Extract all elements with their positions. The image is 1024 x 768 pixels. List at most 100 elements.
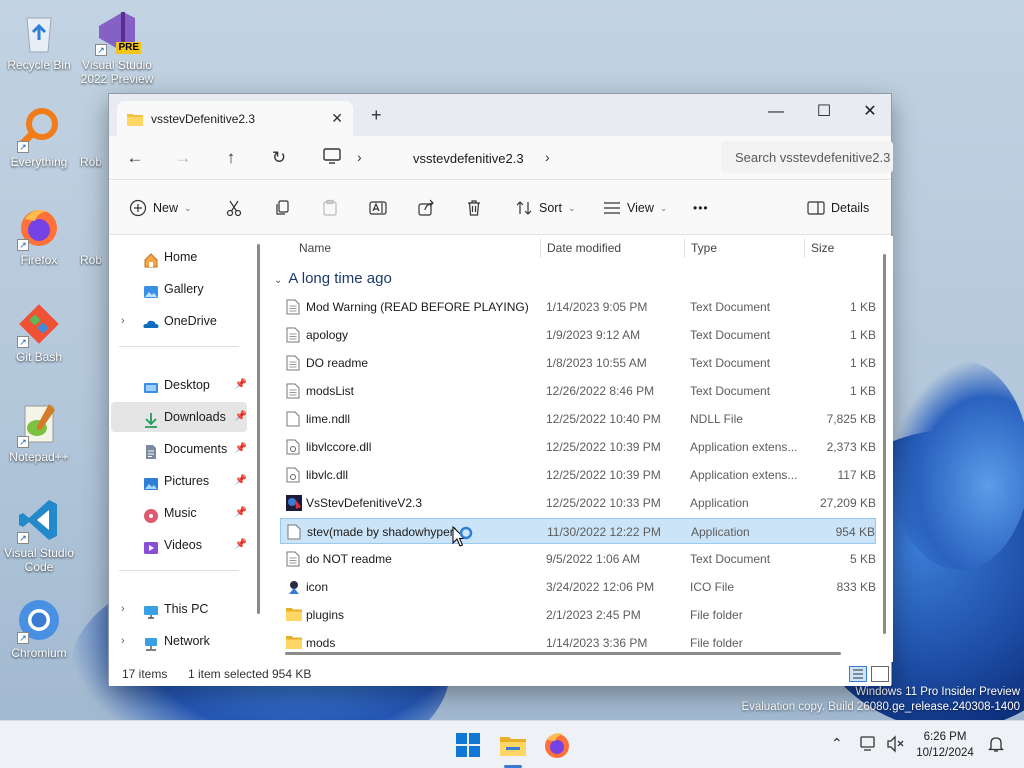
refresh-icon[interactable]: ↻ bbox=[267, 146, 291, 170]
file-row[interactable]: lime.ndll 12/25/2022 10:40 PM NDLL File … bbox=[280, 406, 876, 432]
pin-icon[interactable]: 📌 bbox=[235, 530, 247, 560]
back-arrow-icon[interactable]: ← bbox=[123, 146, 147, 170]
breadcrumb-separator[interactable]: › bbox=[357, 149, 362, 165]
desktop-icon-roblox-1[interactable]: Roblo bbox=[62, 105, 102, 169]
notification-bell-icon[interactable] bbox=[987, 735, 1005, 756]
clock[interactable]: 6:26 PM 10/12/2024 bbox=[912, 729, 978, 761]
details-view-toggle[interactable] bbox=[849, 666, 867, 682]
sidebar-item-this-pc[interactable]: › This PC bbox=[111, 594, 247, 624]
group-header[interactable]: ⌄ A long time ago bbox=[274, 270, 392, 287]
file-row[interactable]: do NOT readme 9/5/2022 1:06 AM Text Docu… bbox=[280, 546, 876, 572]
volume-muted-icon[interactable] bbox=[886, 735, 906, 756]
chevron-up-icon[interactable]: ⌃ bbox=[831, 735, 843, 752]
column-header-size[interactable]: Size bbox=[811, 241, 834, 255]
breadcrumb-separator[interactable]: › bbox=[545, 149, 550, 165]
desktop-icon-vscode[interactable]: ↗ Visual Studio Code bbox=[0, 496, 78, 574]
file-list-horizontal-scrollbar[interactable] bbox=[285, 652, 841, 655]
sidebar-item-documents[interactable]: Documents 📌 bbox=[111, 434, 247, 464]
paste-button[interactable] bbox=[321, 196, 339, 220]
tiles-view-toggle[interactable] bbox=[871, 666, 889, 682]
file-date: 11/30/2022 12:22 PM bbox=[547, 525, 661, 539]
delete-button[interactable] bbox=[465, 196, 483, 220]
file-row[interactable]: Mod Warning (READ BEFORE PLAYING) 1/14/2… bbox=[280, 294, 876, 320]
breadcrumb-current[interactable]: vsstevdefenitive2.3 bbox=[413, 151, 524, 166]
sidebar-scrollbar[interactable] bbox=[257, 244, 260, 614]
file-row[interactable]: libvlccore.dll 12/25/2022 10:39 PM Appli… bbox=[280, 434, 876, 460]
column-divider[interactable] bbox=[684, 238, 685, 258]
desktop-icon-recycle-bin[interactable]: Recycle Bin bbox=[0, 8, 78, 72]
pin-icon[interactable]: 📌 bbox=[235, 434, 247, 464]
chevron-down-icon[interactable]: ⌄ bbox=[274, 275, 282, 286]
file-row[interactable]: apology 1/9/2023 9:12 AM Text Document 1… bbox=[280, 322, 876, 348]
more-options-button[interactable]: ••• bbox=[693, 196, 709, 220]
pin-icon[interactable]: 📌 bbox=[235, 498, 247, 528]
file-row[interactable]: icon 3/24/2022 12:06 PM ICO File 833 KB bbox=[280, 574, 876, 600]
file-list-vertical-scrollbar[interactable] bbox=[883, 254, 886, 634]
file-size: 117 KB bbox=[837, 468, 876, 482]
column-header-name[interactable]: Name bbox=[299, 241, 331, 255]
sidebar-item-desktop[interactable]: Desktop 📌 bbox=[111, 370, 247, 400]
sidebar-item-gallery[interactable]: Gallery bbox=[111, 274, 247, 304]
details-button[interactable]: Details bbox=[807, 196, 869, 220]
taskbar: ⌃ 6:26 PM 10/12/2024 bbox=[0, 720, 1024, 768]
desktop-icon-visual-studio[interactable]: PRE ↗ Visual Studio 2022 Preview bbox=[78, 8, 156, 86]
desktop-icon-chromium[interactable]: ↗ Chromium bbox=[0, 596, 78, 660]
text-document-icon bbox=[286, 327, 302, 343]
close-button[interactable]: ✕ bbox=[847, 98, 893, 126]
copy-button[interactable] bbox=[273, 196, 291, 220]
new-button[interactable]: New ⌄ bbox=[129, 196, 192, 220]
pin-icon[interactable]: 📌 bbox=[235, 402, 247, 432]
search-box[interactable] bbox=[721, 141, 893, 173]
desktop-icon-git-bash[interactable]: ↗ Git Bash bbox=[0, 300, 78, 364]
sidebar-item-onedrive[interactable]: › OneDrive bbox=[111, 306, 247, 336]
sidebar-item-downloads[interactable]: Downloads 📌 bbox=[111, 402, 247, 432]
sidebar-item-network[interactable]: › Network bbox=[111, 626, 247, 656]
network-display-icon[interactable] bbox=[860, 735, 880, 756]
sidebar-item-music[interactable]: Music 📌 bbox=[111, 498, 247, 528]
desktop-icon-label: Roblo bbox=[80, 253, 102, 267]
tab-close-icon[interactable]: ✕ bbox=[331, 110, 343, 127]
file-row[interactable]: plugins 2/1/2023 2:45 PM File folder bbox=[280, 602, 876, 628]
rename-button[interactable] bbox=[369, 196, 387, 220]
chevron-right-icon[interactable]: › bbox=[121, 306, 125, 336]
view-button[interactable]: View ⌄ bbox=[603, 196, 667, 220]
up-arrow-icon[interactable]: ↑ bbox=[219, 146, 243, 170]
file-row-selected[interactable]: stev(made by shadowhyper) 11/30/2022 12:… bbox=[280, 518, 876, 544]
file-row[interactable]: DO readme 1/8/2023 10:55 AM Text Documen… bbox=[280, 350, 876, 376]
forward-arrow-icon[interactable]: → bbox=[171, 146, 195, 170]
address-bar[interactable]: › vsstevdefenitive2.3 › bbox=[313, 143, 713, 173]
tab-vsstevdefenitive[interactable]: vsstevDefenitive2.3 ✕ bbox=[117, 101, 353, 136]
sidebar-item-videos[interactable]: Videos 📌 bbox=[111, 530, 247, 560]
pin-icon[interactable]: 📌 bbox=[235, 370, 247, 400]
title-bar[interactable]: vsstevDefenitive2.3 ✕ + — ☐ ✕ bbox=[109, 94, 891, 136]
shortcut-arrow-icon: ↗ bbox=[17, 632, 29, 644]
new-tab-button[interactable]: + bbox=[371, 105, 382, 126]
column-divider[interactable] bbox=[804, 238, 805, 258]
file-date: 12/25/2022 10:33 PM bbox=[546, 496, 661, 510]
sidebar-item-home[interactable]: Home bbox=[111, 242, 247, 272]
trash-icon bbox=[465, 199, 483, 217]
column-header-type[interactable]: Type bbox=[691, 241, 717, 255]
sidebar-item-pictures[interactable]: Pictures 📌 bbox=[111, 466, 247, 496]
cut-button[interactable] bbox=[225, 196, 243, 220]
sort-button[interactable]: Sort ⌄ bbox=[515, 196, 575, 220]
desktop-icon-roblox-2[interactable]: Roblo bbox=[62, 203, 102, 267]
desktop-icon-notepad-plus-plus[interactable]: ↗ Notepad++ bbox=[0, 400, 78, 464]
maximize-button[interactable]: ☐ bbox=[801, 98, 847, 126]
column-header-date[interactable]: Date modified bbox=[547, 241, 621, 255]
chevron-right-icon[interactable]: › bbox=[121, 594, 125, 624]
minimize-button[interactable]: — bbox=[753, 98, 799, 126]
file-row[interactable]: modsList 12/26/2022 8:46 PM Text Documen… bbox=[280, 378, 876, 404]
share-button[interactable] bbox=[417, 196, 435, 220]
pin-icon[interactable]: 📌 bbox=[235, 466, 247, 496]
start-windows-icon[interactable] bbox=[452, 729, 484, 761]
chevron-right-icon[interactable]: › bbox=[121, 626, 125, 656]
column-divider[interactable] bbox=[540, 238, 541, 258]
search-input[interactable] bbox=[721, 141, 893, 173]
videos-icon bbox=[143, 537, 159, 554]
file-row[interactable]: VsStevDefenitiveV2.3 12/25/2022 10:33 PM… bbox=[280, 490, 876, 516]
firefox-taskbar-icon[interactable] bbox=[541, 729, 573, 761]
shortcut-arrow-icon: ↗ bbox=[17, 532, 29, 544]
file-row[interactable]: libvlc.dll 12/25/2022 10:39 PM Applicati… bbox=[280, 462, 876, 488]
file-explorer-taskbar-icon[interactable] bbox=[497, 729, 529, 761]
